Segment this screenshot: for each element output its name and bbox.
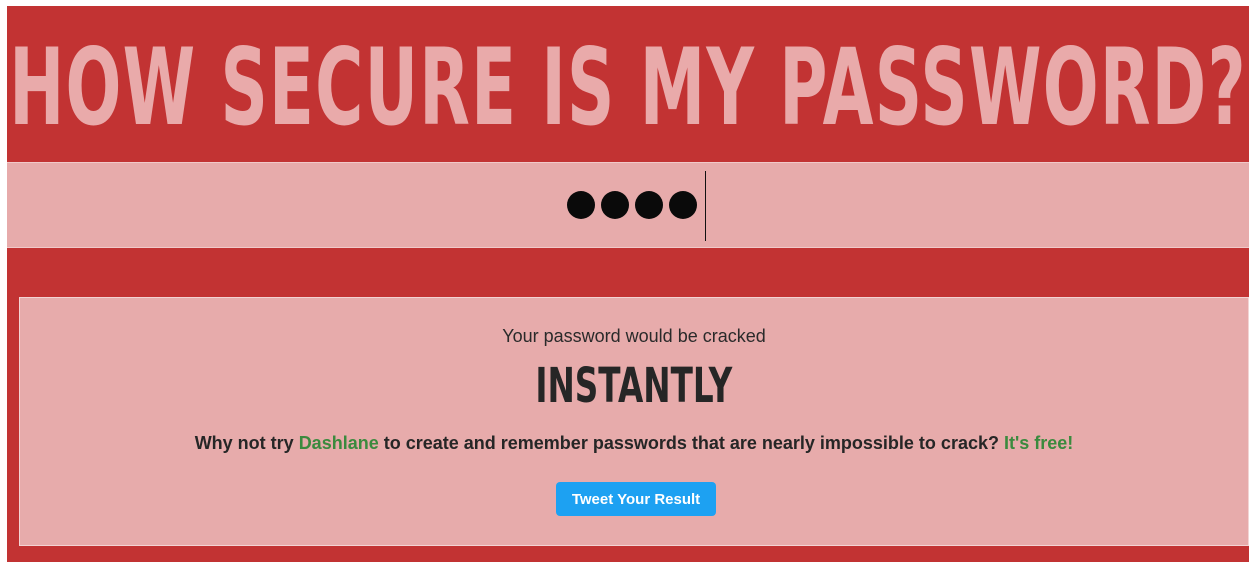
password-mask-dot — [635, 191, 663, 219]
result-panel: Your password would be cracked INSTANTLY… — [19, 297, 1249, 546]
crack-time: INSTANTLY — [20, 362, 1248, 410]
promo-text: Why not try Dashlane to create and remem… — [20, 433, 1248, 454]
dashlane-link[interactable]: Dashlane — [299, 433, 379, 453]
page-title: HOW SECURE IS MY PASSWORD? — [9, 26, 1247, 149]
password-field[interactable] — [567, 183, 697, 227]
promo-prefix: Why not try — [194, 433, 299, 453]
page-frame: HOW SECURE IS MY PASSWORD? Your password… — [7, 6, 1249, 562]
its-free-link[interactable]: It's free! — [1004, 433, 1073, 453]
tweet-result-button[interactable]: Tweet Your Result — [556, 482, 716, 516]
password-mask-dot — [601, 191, 629, 219]
text-caret — [705, 171, 706, 241]
header-banner: HOW SECURE IS MY PASSWORD? — [7, 6, 1249, 162]
crack-time-value: INSTANTLY — [535, 358, 733, 414]
password-mask-dot — [669, 191, 697, 219]
password-mask-dot — [567, 191, 595, 219]
result-intro-text: Your password would be cracked — [502, 326, 766, 346]
password-input-band[interactable] — [7, 162, 1249, 248]
promo-middle: to create and remember passwords that ar… — [378, 433, 1004, 453]
